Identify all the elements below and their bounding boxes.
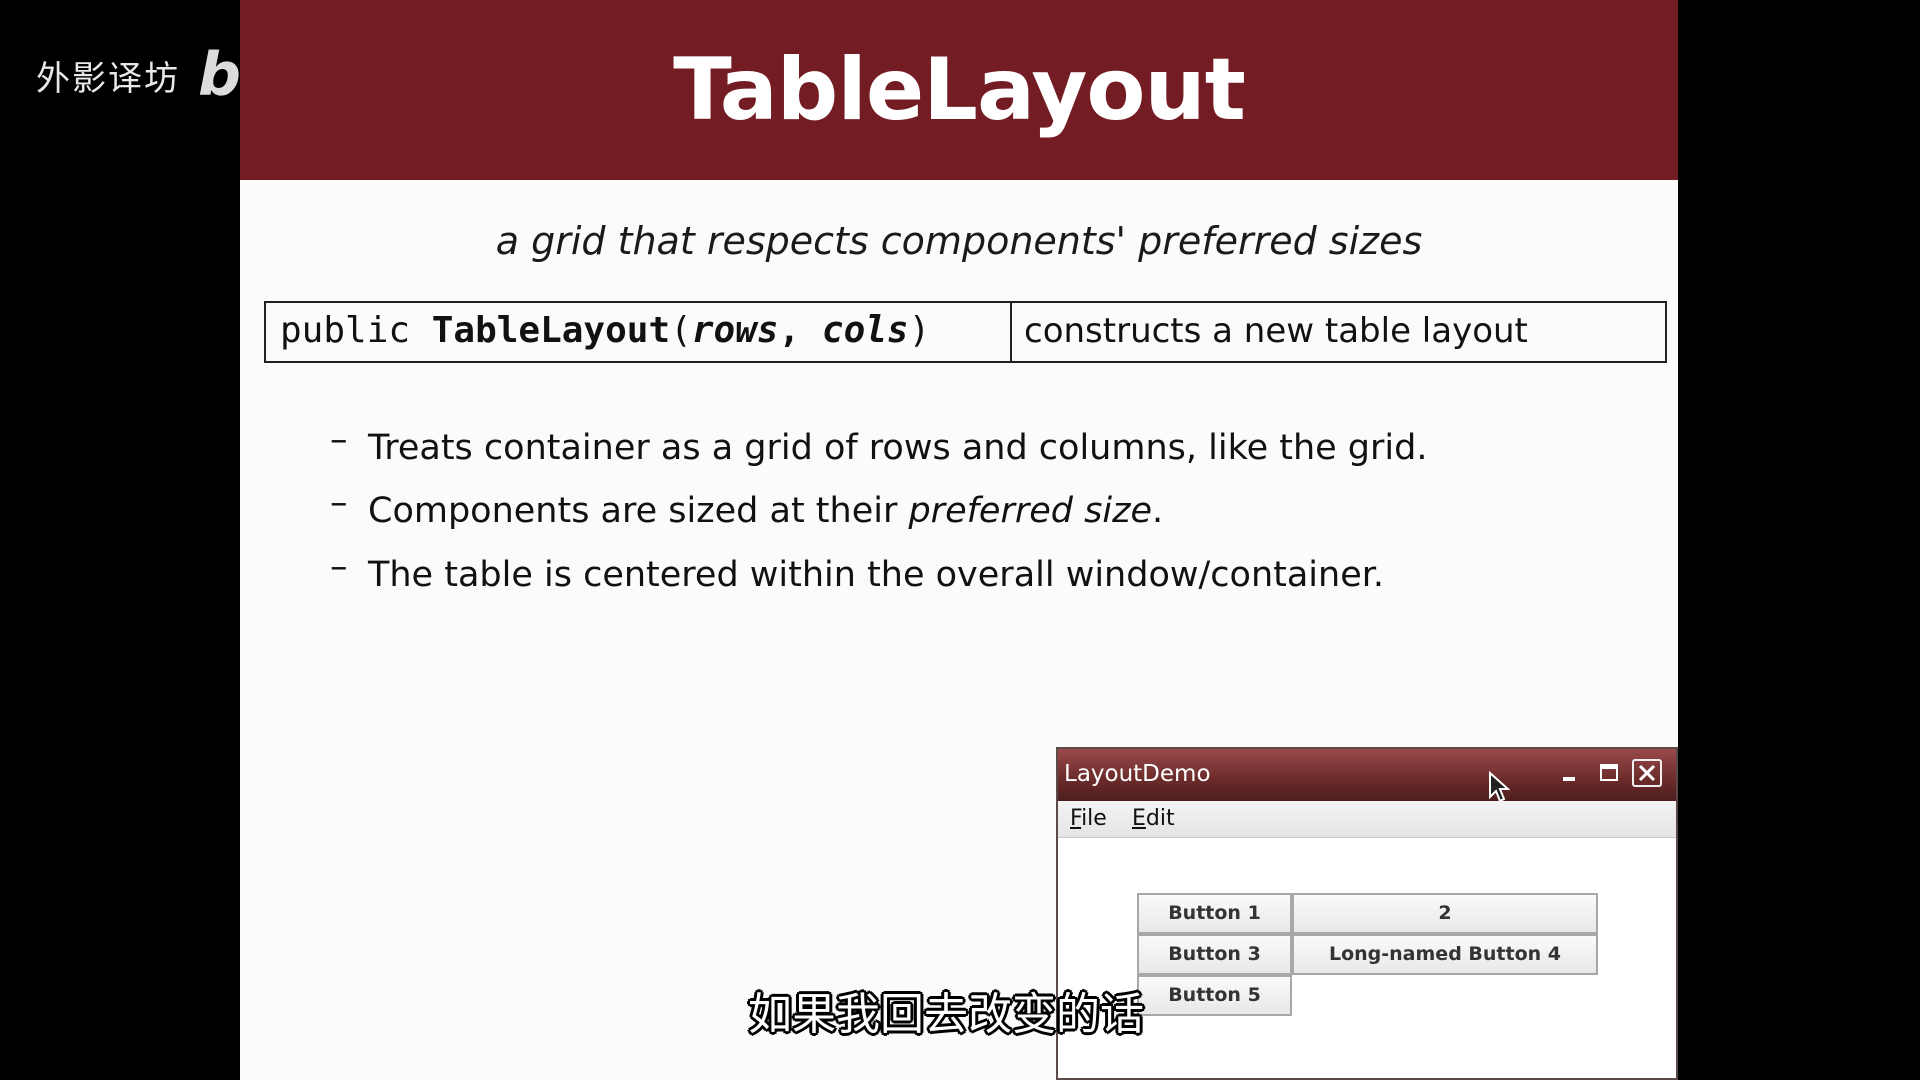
menu-file-mnemonic: F	[1070, 806, 1082, 831]
bullet-dash: –	[330, 483, 348, 523]
menu-file[interactable]: File	[1070, 805, 1107, 833]
sig-comma: ,	[778, 310, 822, 351]
constructor-description: constructs a new table layout	[1024, 311, 1528, 351]
menu-edit-mnemonic: E	[1132, 806, 1146, 831]
menu-edit[interactable]: Edit	[1132, 805, 1175, 833]
sig-open-paren: (	[670, 310, 692, 351]
menu-edit-label: dit	[1145, 806, 1175, 831]
sig-close-paren: )	[908, 310, 931, 351]
sig-param-rows: rows	[691, 310, 779, 351]
constructor-signature: public TableLayout(rows, cols)	[266, 303, 1012, 361]
button-5[interactable]: Button 5	[1137, 975, 1292, 1016]
button-1[interactable]: Button 1	[1137, 893, 1292, 934]
bullet-emphasis: preferred size	[908, 491, 1152, 531]
bullet-text: Treats container as a grid of rows and c…	[368, 428, 1428, 468]
window-title: LayoutDemo	[1064, 761, 1211, 787]
button-3[interactable]: Button 3	[1137, 934, 1292, 975]
bullet-item: – The table is centered within the overal…	[330, 547, 1385, 598]
bullet-text-after: .	[1151, 491, 1164, 531]
bullet-dash: –	[330, 420, 348, 460]
bullet-item: – Components are sized at their preferred…	[330, 483, 1164, 534]
sig-param-cols: cols	[821, 310, 909, 351]
slide-title: TableLayout	[673, 40, 1246, 140]
window-titlebar[interactable]: LayoutDemo	[1058, 749, 1676, 803]
sig-method-name: TableLayout	[431, 310, 671, 351]
watermark-text: 外影译坊	[36, 58, 180, 99]
long-named-button-4[interactable]: Long-named Button 4	[1292, 934, 1598, 975]
close-button[interactable]	[1632, 759, 1662, 787]
layout-demo-window: LayoutDemo File Edit Button 1 2 Button 3…	[1056, 747, 1678, 1080]
mouse-cursor-icon	[1489, 771, 1510, 803]
maximize-button[interactable]	[1594, 759, 1624, 787]
close-icon	[1638, 764, 1656, 782]
bullet-dash: –	[330, 547, 348, 587]
bullet-text-before: Components are sized at their	[368, 491, 909, 531]
api-table: public TableLayout(rows, cols) construct…	[264, 301, 1667, 363]
bullet-item: – Treats container as a grid of rows and …	[330, 420, 1428, 471]
minimize-button[interactable]	[1554, 759, 1584, 787]
video-frame: 外影译坊 bilibili TableLayout a grid that re…	[0, 0, 1920, 1080]
menu-file-label: ile	[1081, 806, 1107, 831]
menu-bar: File Edit	[1058, 801, 1676, 838]
bullet-text: The table is centered within the overall…	[368, 555, 1385, 595]
slide-subtitle: a grid that respects components' preferr…	[495, 219, 1423, 263]
minimize-icon	[1563, 777, 1575, 781]
sig-public: public	[280, 310, 432, 351]
button-2[interactable]: 2	[1292, 893, 1598, 934]
maximize-icon	[1600, 764, 1618, 781]
slide-header: TableLayout	[240, 0, 1678, 180]
video-subtitle: 如果我回去改变的话	[748, 989, 1144, 1040]
